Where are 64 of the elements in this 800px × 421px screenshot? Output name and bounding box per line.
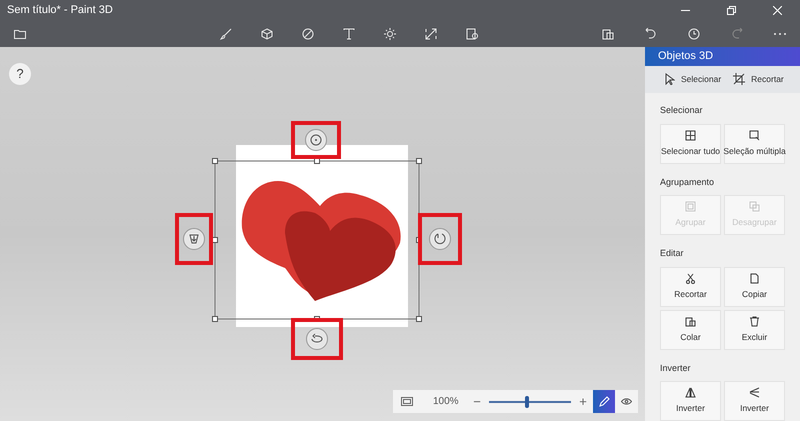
close-icon — [772, 6, 782, 14]
fit-screen-icon — [401, 397, 413, 406]
sun-icon — [384, 28, 396, 40]
box-stack-icon — [466, 28, 478, 40]
help-button[interactable]: ? — [9, 63, 31, 85]
text-tool-button[interactable] — [341, 26, 357, 42]
cursor-icon — [665, 73, 675, 86]
pencil-icon — [598, 396, 610, 407]
paste-icon — [685, 316, 696, 327]
resize-arrows-icon — [425, 28, 437, 40]
cube-icon — [261, 28, 273, 40]
effects-button[interactable] — [382, 26, 398, 42]
sticker-icon — [302, 28, 314, 40]
panel-button[interactable]: Excluir — [724, 310, 785, 350]
folder-icon — [14, 28, 26, 38]
zoom-slider[interactable] — [489, 396, 571, 408]
3d-shapes-button[interactable] — [259, 26, 275, 42]
panel-title: Objetos 3D — [645, 47, 800, 66]
panel-button[interactable]: Colar — [660, 310, 721, 350]
ungroup-icon — [749, 201, 760, 212]
section-heading: Selecionar — [660, 104, 704, 117]
grid-select-icon — [685, 130, 696, 141]
rotation-handle[interactable] — [305, 129, 327, 151]
flip-horizontal-icon — [685, 387, 696, 398]
flip-vertical-icon — [749, 387, 760, 398]
library-button[interactable] — [464, 26, 480, 42]
rotation-handle[interactable] — [183, 228, 205, 250]
canvas-resize-button[interactable] — [423, 26, 439, 42]
panel-button[interactable]: Copiar — [724, 266, 785, 306]
panel-button[interactable]: Seleção múltipla — [724, 124, 785, 164]
scissors-icon — [685, 272, 696, 284]
zoom-in-button[interactable]: + — [577, 392, 589, 412]
clock-icon — [688, 28, 700, 40]
tool-button[interactable]: Recortar — [731, 71, 786, 88]
zoom-percent: 100% — [433, 395, 460, 409]
brush-tool-button[interactable] — [218, 26, 234, 42]
panel-button[interactable]: Inverter — [724, 381, 785, 421]
trash-icon — [749, 316, 760, 327]
undo-icon — [645, 28, 657, 40]
panel-button[interactable]: Selecionar tudo — [660, 124, 721, 164]
section-heading: Editar — [660, 247, 685, 260]
restore-icon — [726, 6, 736, 14]
history-button[interactable] — [686, 26, 702, 42]
tool-button[interactable]: Selecionar — [663, 71, 724, 88]
window-title: Sem título* - Paint 3D — [7, 2, 113, 18]
copy-icon — [749, 272, 760, 284]
zoom-out-button[interactable]: − — [471, 392, 483, 412]
multi-select-icon — [749, 130, 760, 141]
edit-view-button[interactable] — [593, 390, 615, 413]
redo-icon — [731, 28, 743, 40]
eye-icon — [620, 398, 632, 405]
panel-button[interactable]: Inverter — [660, 381, 721, 421]
stickers-button[interactable] — [300, 26, 316, 42]
text-t-icon — [343, 28, 355, 40]
section-heading: Inverter — [660, 362, 692, 374]
section-heading: Agrupamento — [660, 176, 716, 189]
group-icon — [685, 201, 696, 212]
brush-icon — [220, 28, 232, 40]
crop-icon — [733, 73, 746, 86]
rotation-handle[interactable] — [306, 328, 328, 350]
slider-thumb[interactable] — [524, 396, 529, 408]
rotation-handle[interactable] — [429, 228, 451, 250]
panel-button[interactable]: Recortar — [660, 266, 721, 306]
clipboard-icon — [602, 28, 614, 40]
